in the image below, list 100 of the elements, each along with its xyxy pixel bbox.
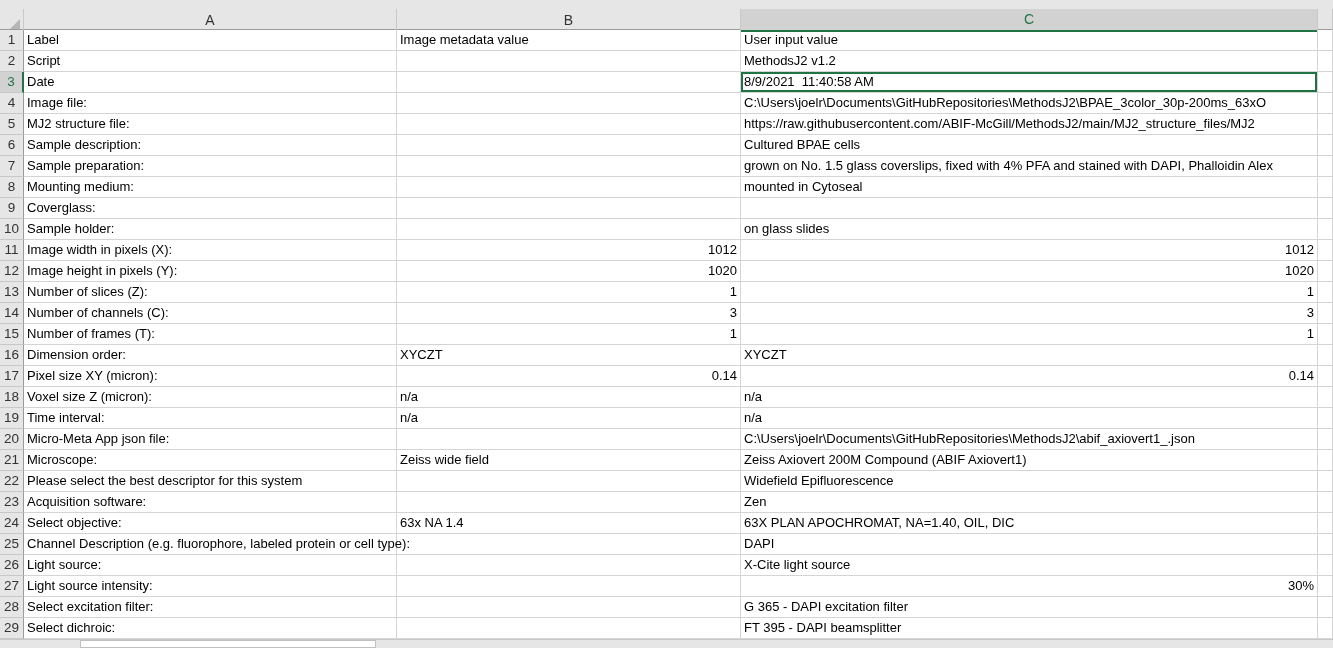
empty-cell[interactable]	[1318, 198, 1333, 220]
cell-text: XYCZT	[744, 346, 787, 365]
cell-text: 1	[1306, 325, 1314, 344]
empty-cell[interactable]	[1318, 597, 1333, 619]
empty-cell[interactable]	[1318, 303, 1333, 325]
cell-text: Select objective:	[27, 514, 122, 533]
empty-cell[interactable]	[1318, 492, 1333, 514]
empty-cell[interactable]	[1318, 261, 1333, 283]
empty-cell[interactable]	[397, 597, 741, 619]
cell-text: n/a	[400, 388, 419, 407]
empty-cell[interactable]	[397, 576, 741, 598]
cell-text: User input value	[744, 31, 838, 50]
empty-cell[interactable]	[1318, 471, 1333, 493]
cell-text: on glass slides	[744, 220, 830, 239]
cell-text: 1	[729, 325, 737, 344]
row-header[interactable]: 6	[0, 135, 24, 157]
cell-text: Date	[27, 73, 55, 92]
row-header[interactable]: 17	[0, 366, 24, 388]
empty-cell[interactable]	[397, 156, 741, 178]
row-header[interactable]: 5	[0, 114, 24, 136]
cell-text: 8/9/2021 11:40:58 AM	[744, 73, 874, 92]
cell-text: 1012	[708, 241, 737, 260]
cell-text: n/a	[744, 409, 763, 428]
empty-cell[interactable]	[397, 471, 741, 493]
cell-text: C:\Users\joelr\Documents\GitHubRepositories\MethodsJ2\BPAE_3color_30p-200ms_63xO	[744, 94, 1267, 113]
empty-cell[interactable]	[1318, 408, 1333, 430]
row-header[interactable]: 15	[0, 324, 24, 346]
row-header[interactable]: 20	[0, 429, 24, 451]
empty-cell[interactable]	[397, 198, 741, 220]
row-header[interactable]: 9	[0, 198, 24, 220]
row-header[interactable]: 18	[0, 387, 24, 409]
empty-cell[interactable]	[397, 177, 741, 199]
row-header[interactable]: 24	[0, 513, 24, 535]
horizontal-scrollbar[interactable]	[80, 640, 376, 648]
cell-text: X-Cite light source	[744, 556, 851, 575]
row-header[interactable]: 27	[0, 576, 24, 598]
empty-cell[interactable]	[397, 114, 741, 136]
row-header[interactable]: 1	[0, 30, 24, 52]
empty-cell[interactable]	[1318, 219, 1333, 241]
row-header[interactable]: 23	[0, 492, 24, 514]
row-header[interactable]: 28	[0, 597, 24, 619]
empty-cell[interactable]	[397, 51, 741, 73]
empty-cell[interactable]	[1318, 114, 1333, 136]
empty-cell[interactable]	[397, 135, 741, 157]
cell-text: Time interval:	[27, 409, 105, 428]
empty-cell[interactable]	[1318, 387, 1333, 409]
row-header[interactable]: 3	[0, 72, 24, 94]
empty-cell[interactable]	[1318, 366, 1333, 388]
empty-cell[interactable]	[1318, 576, 1333, 598]
cell-text: 30%	[1287, 577, 1314, 596]
row-header[interactable]: 2	[0, 51, 24, 73]
empty-cell[interactable]	[397, 429, 741, 451]
empty-cell[interactable]	[397, 555, 741, 577]
empty-cell[interactable]	[1318, 30, 1333, 52]
row-header[interactable]: 25	[0, 534, 24, 556]
row-header[interactable]: 8	[0, 177, 24, 199]
row-header[interactable]: 29	[0, 618, 24, 640]
empty-cell[interactable]	[1318, 450, 1333, 472]
empty-cell[interactable]	[397, 219, 741, 241]
row-header[interactable]: 10	[0, 219, 24, 241]
cell-text: https://raw.githubusercontent.com/ABIF-McGill/MethodsJ2/main/MJ2_structure_files/MJ2	[744, 115, 1255, 134]
cell-text: Light source intensity:	[27, 577, 153, 596]
column-header[interactable]: C	[741, 9, 1318, 32]
empty-cell[interactable]	[1318, 534, 1333, 556]
empty-cell[interactable]	[1318, 282, 1333, 304]
selected-cell[interactable]: 8/9/2021 11:40:58 AM	[741, 72, 1318, 94]
empty-cell[interactable]	[1318, 555, 1333, 577]
row-header[interactable]: 4	[0, 93, 24, 115]
empty-cell[interactable]	[1318, 93, 1333, 115]
row-header[interactable]: 16	[0, 345, 24, 367]
row-header[interactable]: 19	[0, 408, 24, 430]
row-header[interactable]: 13	[0, 282, 24, 304]
cell-text: MethodsJ2 v1.2	[744, 52, 836, 71]
cell-text: Pixel size XY (micron):	[27, 367, 158, 386]
empty-cell[interactable]	[397, 93, 741, 115]
row-header[interactable]: 14	[0, 303, 24, 325]
row-header[interactable]: 12	[0, 261, 24, 283]
cell-text: 1	[1306, 283, 1314, 302]
cell-text: 63X PLAN APOCHROMAT, NA=1.40, OIL, DIC	[744, 514, 1015, 533]
empty-cell[interactable]	[1318, 51, 1333, 73]
row-header[interactable]: 22	[0, 471, 24, 493]
empty-cell[interactable]	[1318, 240, 1333, 262]
empty-cell[interactable]	[1318, 324, 1333, 346]
empty-cell[interactable]	[397, 72, 741, 94]
cell-text: Image width in pixels (X):	[27, 241, 173, 260]
empty-cell[interactable]	[1318, 156, 1333, 178]
empty-cell[interactable]	[1318, 345, 1333, 367]
empty-cell[interactable]	[1318, 429, 1333, 451]
row-header[interactable]: 7	[0, 156, 24, 178]
empty-cell[interactable]	[741, 198, 1318, 220]
empty-cell[interactable]	[397, 492, 741, 514]
empty-cell[interactable]	[1318, 177, 1333, 199]
row-header[interactable]: 26	[0, 555, 24, 577]
empty-cell[interactable]	[1318, 513, 1333, 535]
empty-cell[interactable]	[1318, 72, 1333, 94]
row-header[interactable]: 11	[0, 240, 24, 262]
row-header[interactable]: 21	[0, 450, 24, 472]
cell-text: 1	[729, 283, 737, 302]
cell-text: 0.14	[711, 367, 737, 386]
empty-cell[interactable]	[1318, 135, 1333, 157]
